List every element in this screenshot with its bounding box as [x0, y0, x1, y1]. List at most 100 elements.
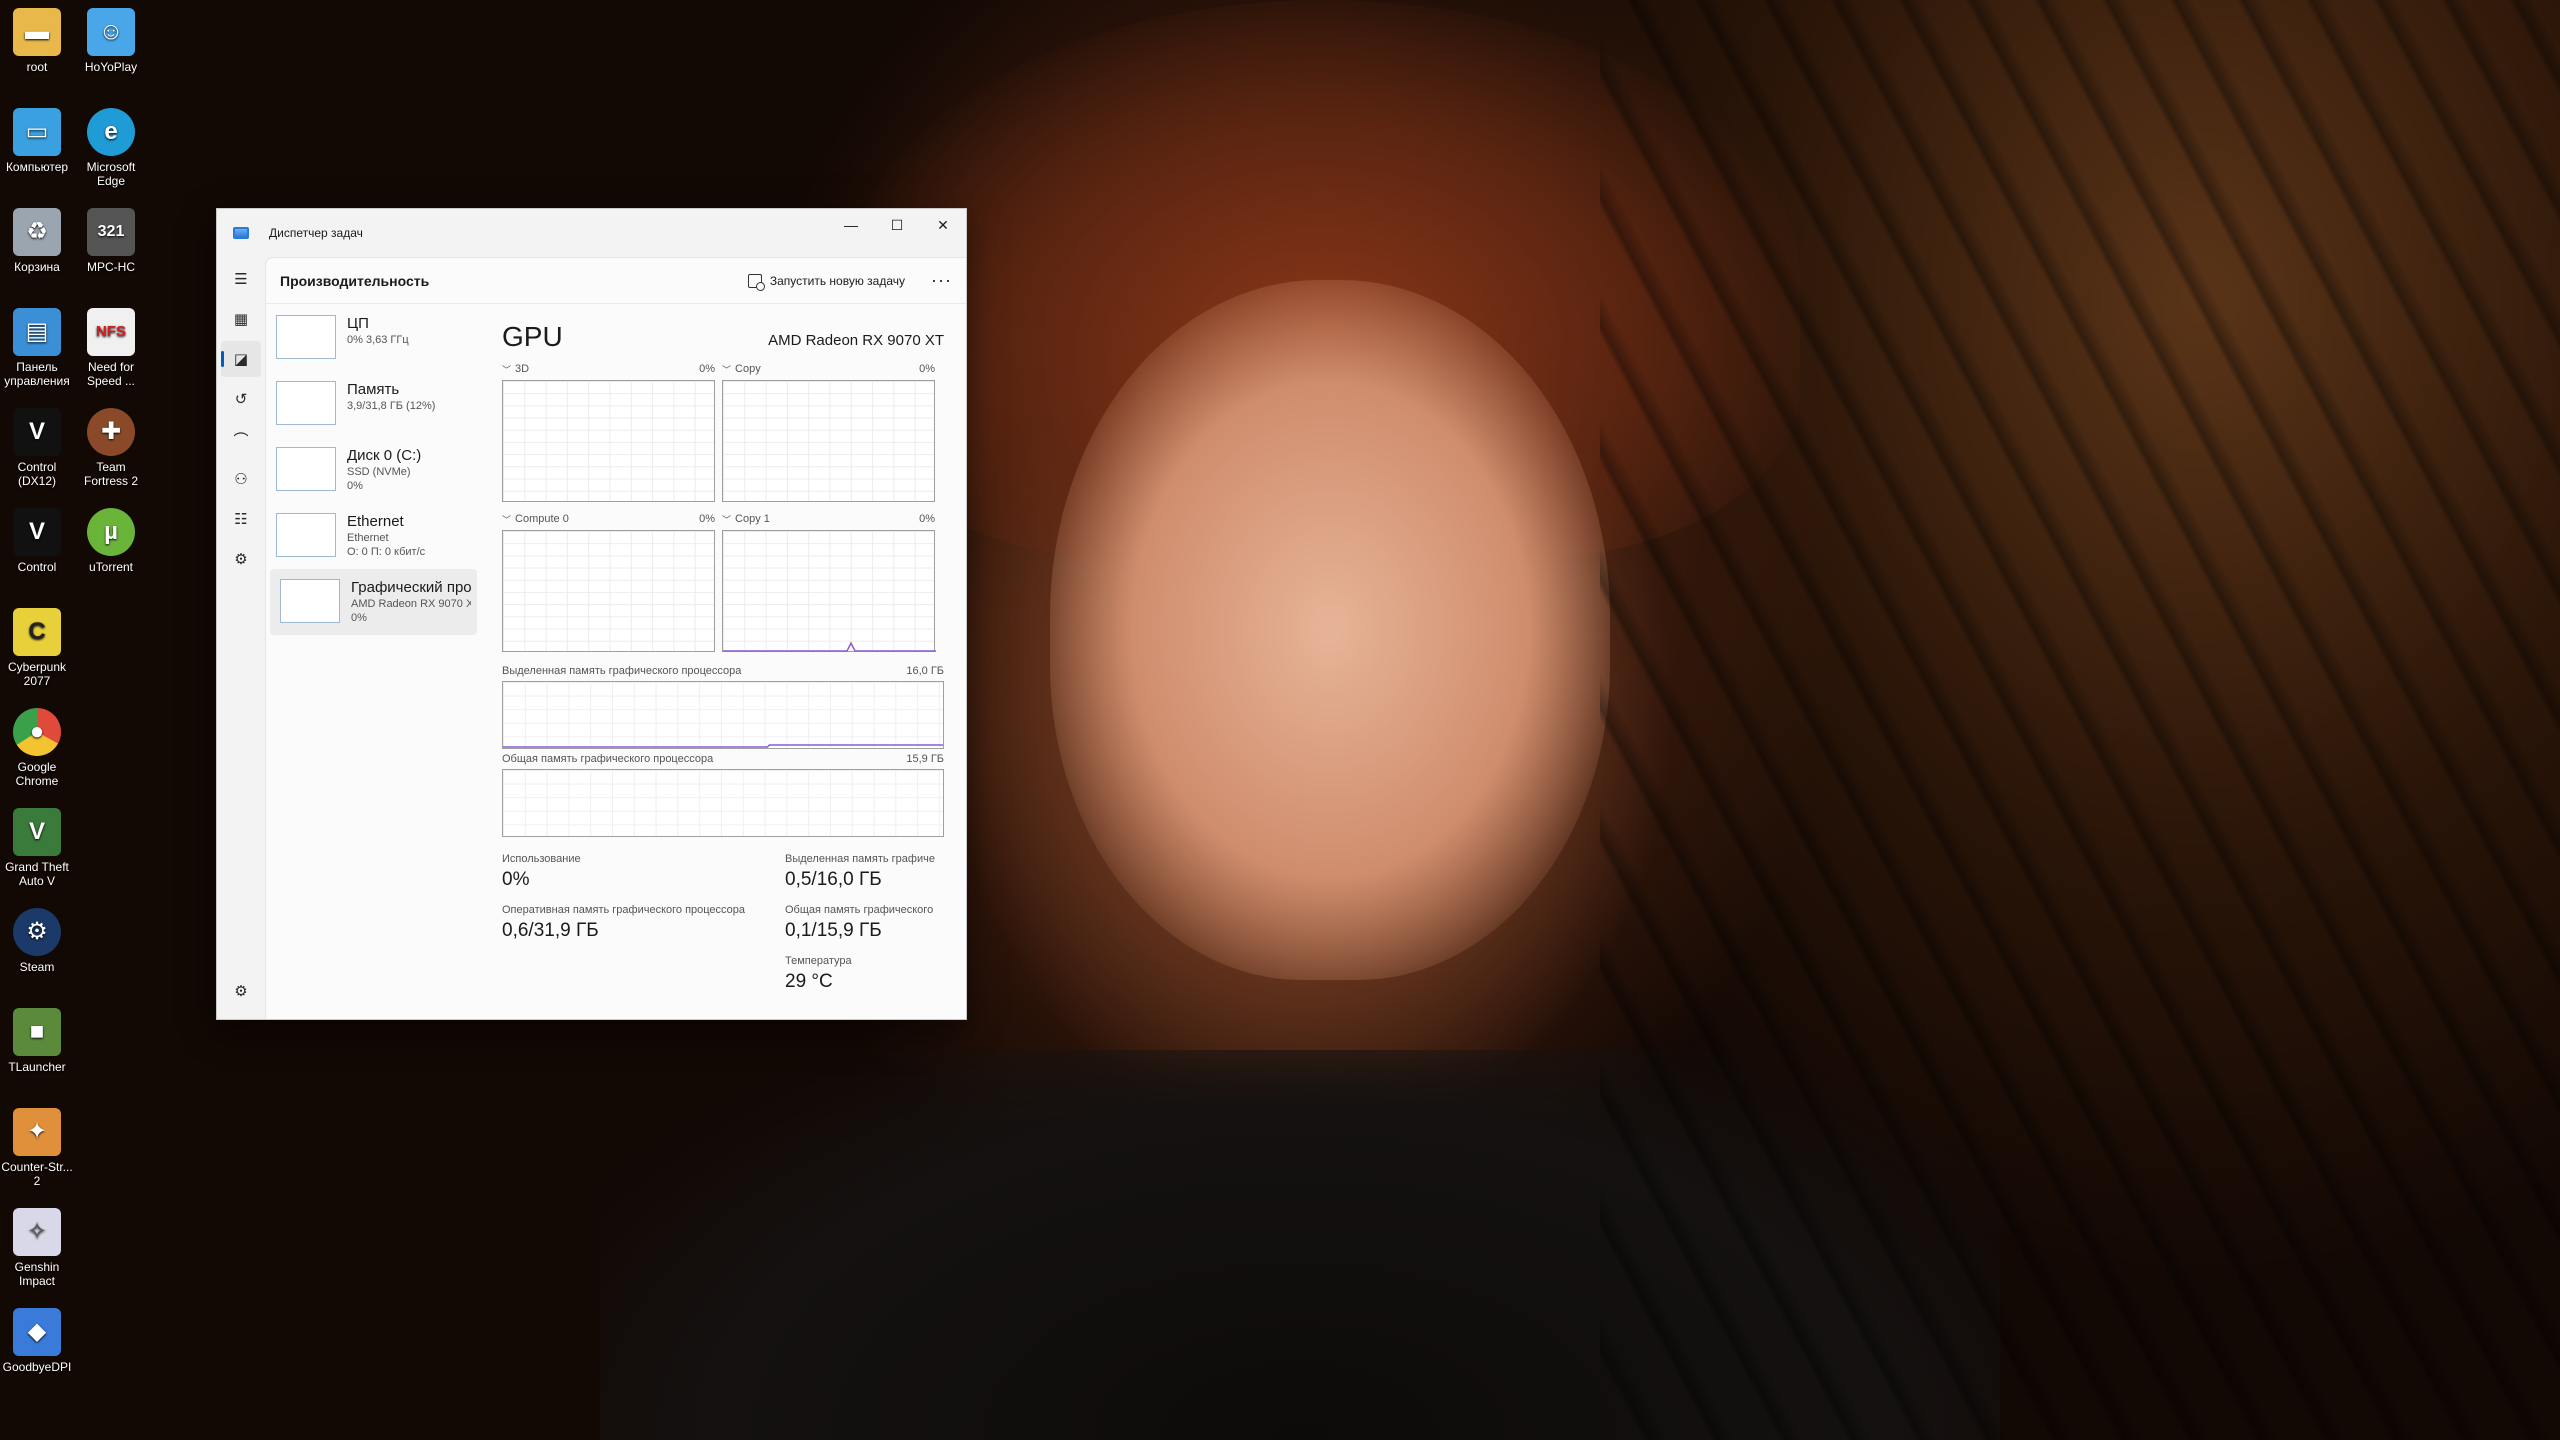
dedicated-memory-cap: 16,0 ГБ: [906, 665, 944, 677]
gpu-model: AMD Radeon RX 9070 XT: [768, 332, 944, 349]
desktop-icon-tf2[interactable]: ✚ Team Fortress 2: [74, 408, 148, 488]
desktop-icon-label: Google Chrome: [15, 760, 59, 788]
stat-value: 0,6/31,9 ГБ: [502, 920, 599, 941]
perf-item-memory[interactable]: Память 3,9/31,8 ГБ (12%): [266, 371, 481, 437]
hoyoplay-icon: ☺: [87, 8, 135, 56]
nfs-icon: NFS: [87, 308, 135, 356]
desktop-icon-cs2[interactable]: ✦ Counter-Str... 2: [0, 1108, 74, 1188]
more-options-button[interactable]: ···: [931, 270, 952, 291]
steam-icon: ⚙: [13, 908, 61, 956]
engine-name[interactable]: Copy 1: [735, 513, 770, 527]
wallpaper-face: [1050, 280, 1610, 980]
users-icon[interactable]: ⚇: [221, 461, 261, 497]
minimize-button[interactable]: —: [828, 209, 874, 241]
stat-label: Температура: [785, 955, 852, 967]
perf-item-sub: SSD (NVMe): [347, 466, 411, 478]
chevron-down-icon[interactable]: ﹀: [502, 513, 511, 527]
run-task-label: Запустить новую задачу: [769, 273, 906, 288]
stat-label: Оперативная память графического процессо…: [502, 904, 746, 916]
desktop-icon-steam[interactable]: ⚙ Steam: [0, 908, 74, 974]
processes-icon[interactable]: ▦: [221, 301, 261, 337]
control-dx12-icon: V: [13, 408, 61, 456]
desktop-icon-label: MPC-HC: [87, 260, 135, 274]
app-history-icon[interactable]: ↺: [221, 381, 261, 417]
startup-icon[interactable]: ⌒: [221, 421, 261, 457]
content-area: Производительность Запустить новую задач…: [265, 257, 966, 1019]
hamburger-icon[interactable]: ☰: [221, 261, 261, 297]
performance-icon[interactable]: ◪: [221, 341, 261, 377]
services-icon[interactable]: ⚙: [221, 541, 261, 577]
gpu-mini-graph: [280, 579, 340, 623]
maximize-button[interactable]: ☐: [874, 209, 920, 241]
desktop-icon-label: Counter-Str... 2: [1, 1160, 73, 1188]
engine-pct: 0%: [699, 513, 715, 525]
desktop-icon-cyberpunk[interactable]: C Cyberpunk 2077: [0, 608, 74, 688]
chevron-down-icon[interactable]: ﹀: [502, 363, 511, 377]
chrome-icon: ●: [13, 708, 61, 756]
run-new-task-button[interactable]: Запустить новую задачу: [747, 273, 906, 291]
run-task-icon: [747, 273, 765, 291]
desktop-icon-nfs[interactable]: NFS Need for Speed ...: [74, 308, 148, 388]
desktop-icon-label: Genshin Impact: [14, 1260, 60, 1288]
memory-mini-graph: [276, 381, 336, 425]
desktop-icon-control-dx12[interactable]: V Control (DX12): [0, 408, 74, 488]
desktop-icon-label: Grand Theft Auto V: [5, 860, 69, 888]
control-panel-icon: ▤: [13, 308, 61, 356]
desktop-icon-recycle-bin[interactable]: ♻ Корзина: [0, 208, 74, 274]
desktop-icon-label: GoodbyeDPI: [2, 1360, 72, 1374]
wallpaper-coat: [600, 1050, 2000, 1440]
stat-value: 0,1/15,9 ГБ: [785, 920, 882, 941]
control-icon: V: [13, 508, 61, 556]
stat-dedicated-memory: Выделенная память графического процессор…: [785, 853, 935, 891]
title-bar[interactable]: Диспетчер задач — ☐ ✕: [217, 209, 966, 257]
perf-item-ethernet[interactable]: Ethernet Ethernet О: 0 П: 0 кбит/с: [266, 503, 481, 569]
perf-item-name: Графический про: [351, 579, 471, 596]
desktop-icon-control[interactable]: V Control: [0, 508, 74, 574]
desktop-icon-hoyoplay[interactable]: ☺ HoYoPlay: [74, 8, 148, 74]
stat-value: 29 °C: [785, 971, 833, 992]
desktop-icon-label: Team Fortress 2: [83, 460, 138, 488]
desktop-icon-utorrent[interactable]: µ uTorrent: [74, 508, 148, 574]
chevron-down-icon[interactable]: ﹀: [722, 513, 731, 527]
desktop-icons: ▬ root ☺ HoYoPlay ▭ Компьютер e Microsof…: [0, 0, 150, 1440]
perf-item-name: Диск 0 (C:): [347, 447, 422, 464]
chevron-down-icon[interactable]: ﹀: [722, 363, 731, 377]
engine-grid: ﹀ 3D 0% ﹀ Copy 0% ﹀ Compute 0 0% ﹀ Copy 1 0%: [502, 363, 944, 663]
perf-item-name: Память: [347, 381, 400, 398]
desktop-icon-edge[interactable]: e Microsoft Edge: [74, 108, 148, 188]
desktop-icon-gta[interactable]: V Grand Theft Auto V: [0, 808, 74, 888]
engine-copy-1: ﹀ Copy 1 0%: [722, 513, 936, 663]
cs2-icon: ✦: [13, 1108, 61, 1156]
desktop-icon-mpc-hc[interactable]: 321 MPC-HC: [74, 208, 148, 274]
desktop-icon-genshin[interactable]: ✧ Genshin Impact: [0, 1208, 74, 1288]
engine-name[interactable]: Compute 0: [515, 513, 569, 527]
desktop-icon-label: Компьютер: [5, 160, 69, 174]
stat-label: Общая память графического процессора: [785, 904, 935, 916]
dedicated-memory-line: [503, 744, 943, 748]
gpu-panel: GPU AMD Radeon RX 9070 XT ﹀ 3D 0% ﹀ Copy 0% …: [502, 305, 944, 1019]
perf-item-disk[interactable]: Диск 0 (C:) SSD (NVMe) 0%: [266, 437, 481, 503]
perf-item-gpu[interactable]: Графический про AMD Radeon RX 9070 X 0%: [270, 569, 477, 635]
desktop-icon-tlauncher[interactable]: ■ TLauncher: [0, 1008, 74, 1074]
window-title: Диспетчер задач: [269, 226, 363, 240]
details-icon[interactable]: ☷: [221, 501, 261, 537]
desktop-icon-control-panel[interactable]: ▤ Панель управления: [0, 308, 74, 388]
cyberpunk-icon: C: [13, 608, 61, 656]
desktop-icon-chrome[interactable]: ● Google Chrome: [0, 708, 74, 788]
engine-name[interactable]: Copy: [735, 363, 761, 377]
performance-side-list: ЦП 0% 3,63 ГГц Память 3,9/31,8 ГБ (12%) …: [266, 305, 481, 635]
engine-pct: 0%: [919, 363, 935, 375]
perf-item-sub: Ethernet: [347, 532, 389, 544]
engine-name[interactable]: 3D: [515, 363, 529, 377]
gpu-title: GPU: [502, 321, 563, 352]
desktop-icon-goodbyedpi[interactable]: ◆ GoodbyeDPI: [0, 1308, 74, 1374]
desktop-icon-root[interactable]: ▬ root: [0, 8, 74, 74]
close-button[interactable]: ✕: [920, 209, 966, 241]
desktop-icon-computer[interactable]: ▭ Компьютер: [0, 108, 74, 174]
engine-3d: ﹀ 3D 0%: [502, 363, 715, 513]
nav-rail: ☰ ▦ ◪ ↺ ⌒ ⚇ ☷ ⚙ ⚙: [217, 257, 265, 1019]
perf-item-sub: AMD Radeon RX 9070 X: [351, 598, 471, 610]
perf-item-cpu[interactable]: ЦП 0% 3,63 ГГц: [266, 305, 481, 371]
settings-icon[interactable]: ⚙: [221, 973, 261, 1009]
shared-memory-block: Общая память графического процессора 15,9…: [502, 753, 944, 837]
